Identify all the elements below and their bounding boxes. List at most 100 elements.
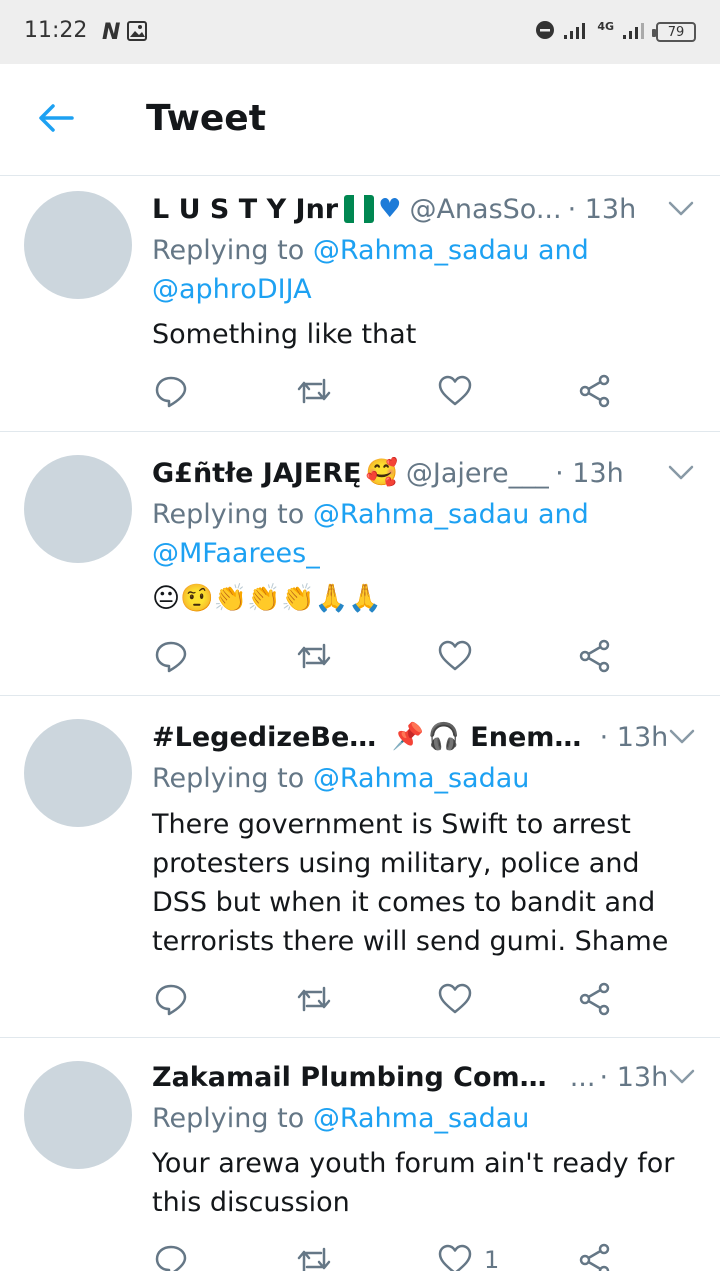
mention-and: and [529, 235, 589, 266]
author-handle[interactable]: ... [570, 1062, 594, 1093]
retweet-button[interactable] [296, 1240, 332, 1271]
tweet-menu-button[interactable] [666, 458, 696, 488]
share-icon [579, 1243, 610, 1271]
replying-prefix: Replying to [152, 1103, 305, 1134]
heart-icon [438, 375, 472, 406]
author-name[interactable]: Zakamail Plumbing Company [152, 1062, 562, 1093]
tweet-item[interactable]: G£ñtłe JAJERĘ 🥰 @Jajere___ · 13h Replyin… [0, 433, 720, 696]
tweet-time: · 13h [555, 457, 624, 489]
battery-icon: 79 [652, 22, 696, 42]
tweet-item[interactable]: L U S T Y Jnr ♥ @AnasSo... · 13h Replyin… [0, 177, 720, 432]
status-left-icons: N [102, 20, 148, 46]
share-icon [579, 639, 610, 673]
tweet-actions [152, 636, 632, 676]
reply-button[interactable] [154, 371, 188, 411]
tweet-item[interactable]: #LegedizeBenz# 📌 🎧 Enemo... · 13h Replyi… [0, 697, 720, 1038]
tweet-text: Something like that [152, 319, 417, 350]
replying-to: Replying to @Rahma_sadau and @aphroDIJA [152, 231, 696, 309]
share-button[interactable] [578, 636, 612, 676]
author-name[interactable]: G£ñtłe JAJERĘ [152, 458, 361, 489]
retweet-icon [297, 378, 331, 404]
back-arrow-icon [38, 103, 74, 137]
avatar[interactable] [24, 1061, 132, 1169]
chevron-down-icon [669, 1069, 695, 1084]
retweet-icon [297, 643, 331, 669]
author-handle[interactable]: @Jajere___ [406, 458, 549, 489]
share-icon [579, 982, 610, 1016]
notification-n-icon: N [102, 20, 121, 45]
share-button[interactable] [578, 979, 612, 1019]
avatar[interactable] [24, 191, 132, 299]
reply-button[interactable] [154, 636, 188, 676]
reply-icon [155, 984, 187, 1016]
heart-icon [438, 983, 472, 1014]
tweet-time: · 13h [567, 193, 637, 225]
reply-button[interactable] [154, 979, 188, 1019]
replying-prefix: Replying to [152, 235, 305, 266]
tweet-text: 😐🤨👏👏👏🙏🙏 [152, 583, 382, 614]
avatar[interactable] [24, 719, 132, 827]
mention-link[interactable]: @Rahma_sadau [313, 235, 530, 266]
author-handle[interactable]: @AnasSo... [409, 194, 561, 225]
share-button[interactable] [578, 371, 612, 411]
replying-to: Replying to @Rahma_sadau [152, 759, 696, 798]
mention-and: and [529, 499, 589, 530]
like-count: 1 [484, 1246, 500, 1271]
tweet-time: · 13h [599, 1061, 669, 1093]
image-notification-icon [126, 20, 148, 46]
tweet-menu-button[interactable] [666, 194, 696, 224]
status-bar: 11:22 N 4G 79 [0, 0, 720, 64]
tweet-menu-button[interactable] [668, 1062, 696, 1092]
replying-to: Replying to @Rahma_sadau and @MFaarees_ [152, 495, 696, 573]
tweet-menu-button[interactable] [668, 722, 696, 752]
top-app-bar: Tweet [0, 64, 720, 176]
reply-button[interactable] [154, 1240, 188, 1271]
chevron-down-icon [668, 465, 694, 480]
heart-icon [438, 640, 472, 671]
chevron-down-icon [669, 729, 695, 744]
headphones-emoji: 🎧 [427, 722, 461, 752]
tweet-item[interactable]: Zakamail Plumbing Company ... · 13h Repl… [0, 1039, 720, 1271]
page-title: Tweet [146, 98, 266, 139]
author-name-continued[interactable]: Enemo... [470, 722, 593, 753]
tweet-header: G£ñtłe JAJERĘ 🥰 @Jajere___ · 13h [152, 455, 696, 491]
smiling-face-with-hearts-emoji: 🥰 [365, 458, 398, 488]
replying-prefix: Replying to [152, 763, 305, 794]
pushpin-emoji: 📌 [391, 722, 424, 752]
author-name[interactable]: L U S T Y Jnr [152, 194, 338, 225]
retweet-icon [297, 986, 331, 1012]
like-button[interactable] [438, 979, 472, 1019]
mention-link[interactable]: @Rahma_sadau [313, 763, 530, 794]
tweet-text: Your arewa youth forum ain't ready for t… [152, 1148, 675, 1218]
mention-link[interactable]: @MFaarees_ [152, 538, 320, 569]
tweet-text: There government is Swift to arrest prot… [152, 809, 669, 957]
avatar[interactable] [24, 455, 132, 563]
share-button[interactable] [578, 1240, 612, 1271]
chevron-down-icon [668, 201, 694, 216]
mention-link[interactable]: @Rahma_sadau [313, 1103, 530, 1134]
blue-heart-emoji: ♥ [378, 194, 402, 224]
replying-prefix: Replying to [152, 499, 305, 530]
like-button[interactable] [438, 371, 472, 411]
status-time: 11:22 [24, 18, 88, 43]
mention-link[interactable]: @Rahma_sadau [313, 499, 530, 530]
do-not-disturb-icon [535, 20, 555, 44]
network-type-label: 4G [597, 19, 614, 33]
mention-link[interactable]: @aphroDIJA [152, 274, 312, 305]
reply-icon [155, 376, 187, 408]
author-name[interactable]: #LegedizeBenz# [152, 722, 388, 753]
tweet-time: · 13h [599, 721, 669, 753]
retweet-button[interactable] [296, 979, 332, 1019]
like-button[interactable]: 1 [438, 1240, 499, 1271]
back-button[interactable] [28, 100, 84, 140]
retweet-button[interactable] [296, 636, 332, 676]
reply-icon [155, 641, 187, 673]
nigeria-flag-emoji [344, 195, 375, 223]
tweet-header: #LegedizeBenz# 📌 🎧 Enemo... · 13h [152, 719, 696, 755]
retweet-icon [297, 1247, 331, 1271]
reply-icon [155, 1245, 187, 1271]
status-right-icons: 4G 79 [535, 20, 696, 44]
like-button[interactable] [438, 636, 472, 676]
tweet-actions [152, 371, 632, 411]
retweet-button[interactable] [296, 371, 332, 411]
